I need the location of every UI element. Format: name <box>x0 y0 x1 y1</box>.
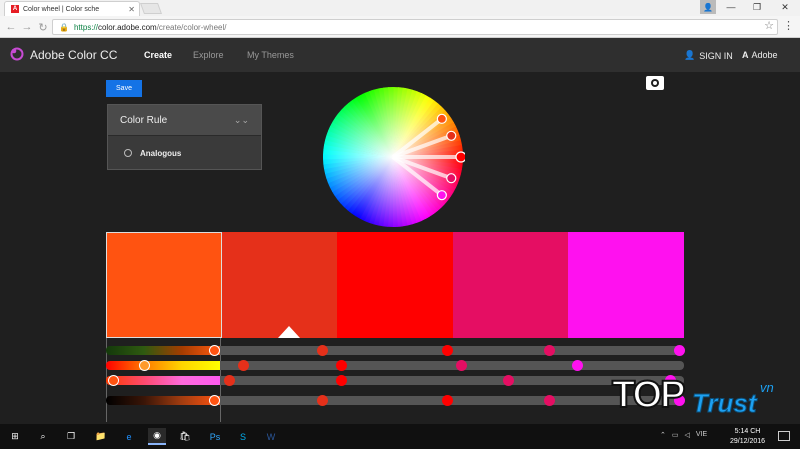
slider-row-4[interactable] <box>106 395 686 406</box>
slider-gradient[interactable] <box>106 346 220 355</box>
sign-in-link[interactable]: 👤 SIGN IN <box>684 50 733 61</box>
base-color-marker-icon <box>278 326 300 338</box>
rule-option-analogous[interactable]: Analogous <box>108 136 261 170</box>
clock[interactable]: 5:14 CH 29/12/2016 <box>730 427 765 447</box>
browser-tabstrip: A Color wheel | Color sche ✕ 👤 — ❐ ✕ <box>0 0 800 16</box>
slider-row-1[interactable] <box>106 345 686 356</box>
adobe-favicon-icon: A <box>11 5 19 13</box>
wheel-handle[interactable] <box>436 113 447 124</box>
tab-title: Color wheel | Color sche <box>23 5 100 13</box>
browser-menu-icon[interactable]: ⋮ <box>783 19 794 32</box>
slider-gradient[interactable] <box>106 376 220 385</box>
back-icon[interactable]: ← <box>4 20 18 34</box>
edge-icon[interactable]: e <box>120 428 138 445</box>
swatch-3[interactable] <box>337 232 453 338</box>
slider-row-2[interactable] <box>106 360 684 371</box>
adobe-logo-icon: A <box>742 50 749 60</box>
slider-dot[interactable] <box>317 395 329 406</box>
file-explorer-icon[interactable]: 📁 <box>92 428 110 445</box>
chrome-icon[interactable]: ◉ <box>148 428 166 445</box>
camera-icon[interactable] <box>646 76 664 90</box>
swatch-5[interactable] <box>568 232 684 338</box>
wheel-handle[interactable] <box>455 151 465 163</box>
toptrust-watermark: TOP Trust vn <box>611 373 792 420</box>
app-header: Adobe Color CC Create Explore My Themes … <box>0 38 800 72</box>
rule-option-label: Analogous <box>140 148 182 158</box>
color-rule-header[interactable]: Color Rule ⌄⌄ <box>108 105 261 136</box>
slider-gradient[interactable] <box>106 361 220 370</box>
adobe-color-logo-icon[interactable] <box>10 47 24 61</box>
wheel-handle[interactable] <box>436 190 447 201</box>
slider-handle[interactable] <box>107 375 119 386</box>
skype-icon[interactable]: S <box>234 428 252 445</box>
chevron-down-icon[interactable]: ⌄⌄ <box>234 115 249 126</box>
nav-my-themes[interactable]: My Themes <box>247 50 294 60</box>
tray-chevron-icon[interactable]: ⌃ <box>660 431 666 439</box>
swatch-4[interactable] <box>452 232 569 338</box>
wheel-handle[interactable] <box>446 130 457 141</box>
screen: A Color wheel | Color sche ✕ 👤 — ❐ ✕ ← →… <box>0 0 800 449</box>
watermark-trust: Trust <box>692 388 758 419</box>
watermark-top: TOP <box>611 373 686 417</box>
close-window-icon[interactable]: ✕ <box>772 0 798 14</box>
lock-icon: 🔒 <box>59 22 69 32</box>
bookmark-star-icon[interactable]: ☆ <box>764 19 774 32</box>
app-brand[interactable]: Adobe Color CC <box>30 48 117 62</box>
color-swatches <box>106 232 684 338</box>
new-tab-button[interactable] <box>139 3 163 14</box>
color-sliders <box>106 345 686 411</box>
swatch-2[interactable] <box>221 232 338 338</box>
color-wheel[interactable] <box>321 85 465 229</box>
task-view-icon[interactable]: ❐ <box>62 428 80 445</box>
network-icon[interactable]: ▭ <box>672 431 679 439</box>
maximize-icon[interactable]: ❐ <box>744 0 770 14</box>
volume-icon[interactable]: ◁ <box>685 431 690 439</box>
slider-handle[interactable] <box>138 360 150 371</box>
wheel-handle[interactable] <box>446 173 457 184</box>
url-host: color.adobe.com <box>97 22 157 32</box>
word-icon[interactable]: W <box>262 428 280 445</box>
slider-dot[interactable] <box>502 375 514 386</box>
slider-dot[interactable] <box>335 375 347 386</box>
store-icon[interactable]: 🛍 <box>176 428 194 445</box>
close-tab-icon[interactable]: ✕ <box>128 5 135 14</box>
adobe-link[interactable]: A Adobe <box>742 50 778 60</box>
system-tray: ⌃ ▭ ◁ VIE <box>660 431 707 439</box>
browser-toolbar: ← → ↻ 🔒 https:// color.adobe.com /create… <box>0 16 800 38</box>
user-icon: 👤 <box>684 50 696 60</box>
forward-icon[interactable]: → <box>20 20 34 34</box>
slider-dot[interactable] <box>317 345 329 356</box>
photoshop-icon[interactable]: Ps <box>206 428 224 445</box>
reload-icon[interactable]: ↻ <box>36 20 50 34</box>
watermark-vn: vn <box>760 380 774 395</box>
windows-start-icon[interactable]: ⊞ <box>6 428 24 445</box>
notification-icon[interactable] <box>778 431 790 441</box>
color-rule-panel: Color Rule ⌄⌄ Analogous <box>107 104 262 170</box>
sign-in-label: SIGN IN <box>699 50 733 61</box>
minimize-icon[interactable]: — <box>718 0 744 14</box>
swatch-1[interactable] <box>106 232 222 338</box>
adobe-label: Adobe <box>751 50 778 60</box>
user-profile-icon[interactable]: 👤 <box>700 0 716 14</box>
slider-row-3[interactable] <box>106 375 684 386</box>
search-icon[interactable]: ⌕ <box>34 428 52 445</box>
language-indicator[interactable]: VIE <box>696 431 707 439</box>
slider-gradient[interactable] <box>106 396 220 405</box>
slider-track[interactable] <box>220 361 684 370</box>
color-rule-title: Color Rule <box>120 114 168 126</box>
slider-dot[interactable] <box>674 345 686 356</box>
clock-time: 5:14 CH <box>734 428 761 435</box>
slider-dot[interactable] <box>335 360 347 371</box>
windows-taskbar: ⊞ ⌕ ❐ 📁 e ◉ 🛍 Ps S W ⌃ ▭ ◁ VIE 5:14 CH 2… <box>0 424 800 449</box>
clock-date: 29/12/2016 <box>730 438 766 445</box>
nav-explore[interactable]: Explore <box>193 50 224 60</box>
address-bar[interactable]: 🔒 https:// color.adobe.com /create/color… <box>52 19 778 35</box>
browser-tab[interactable]: A Color wheel | Color sche ✕ <box>4 1 140 16</box>
save-button[interactable]: Save <box>106 80 142 97</box>
url-path: /create/color-wheel/ <box>156 22 227 32</box>
nav-create[interactable]: Create <box>144 50 172 60</box>
url-protocol: https:// <box>73 22 98 32</box>
radio-icon[interactable] <box>124 149 132 157</box>
